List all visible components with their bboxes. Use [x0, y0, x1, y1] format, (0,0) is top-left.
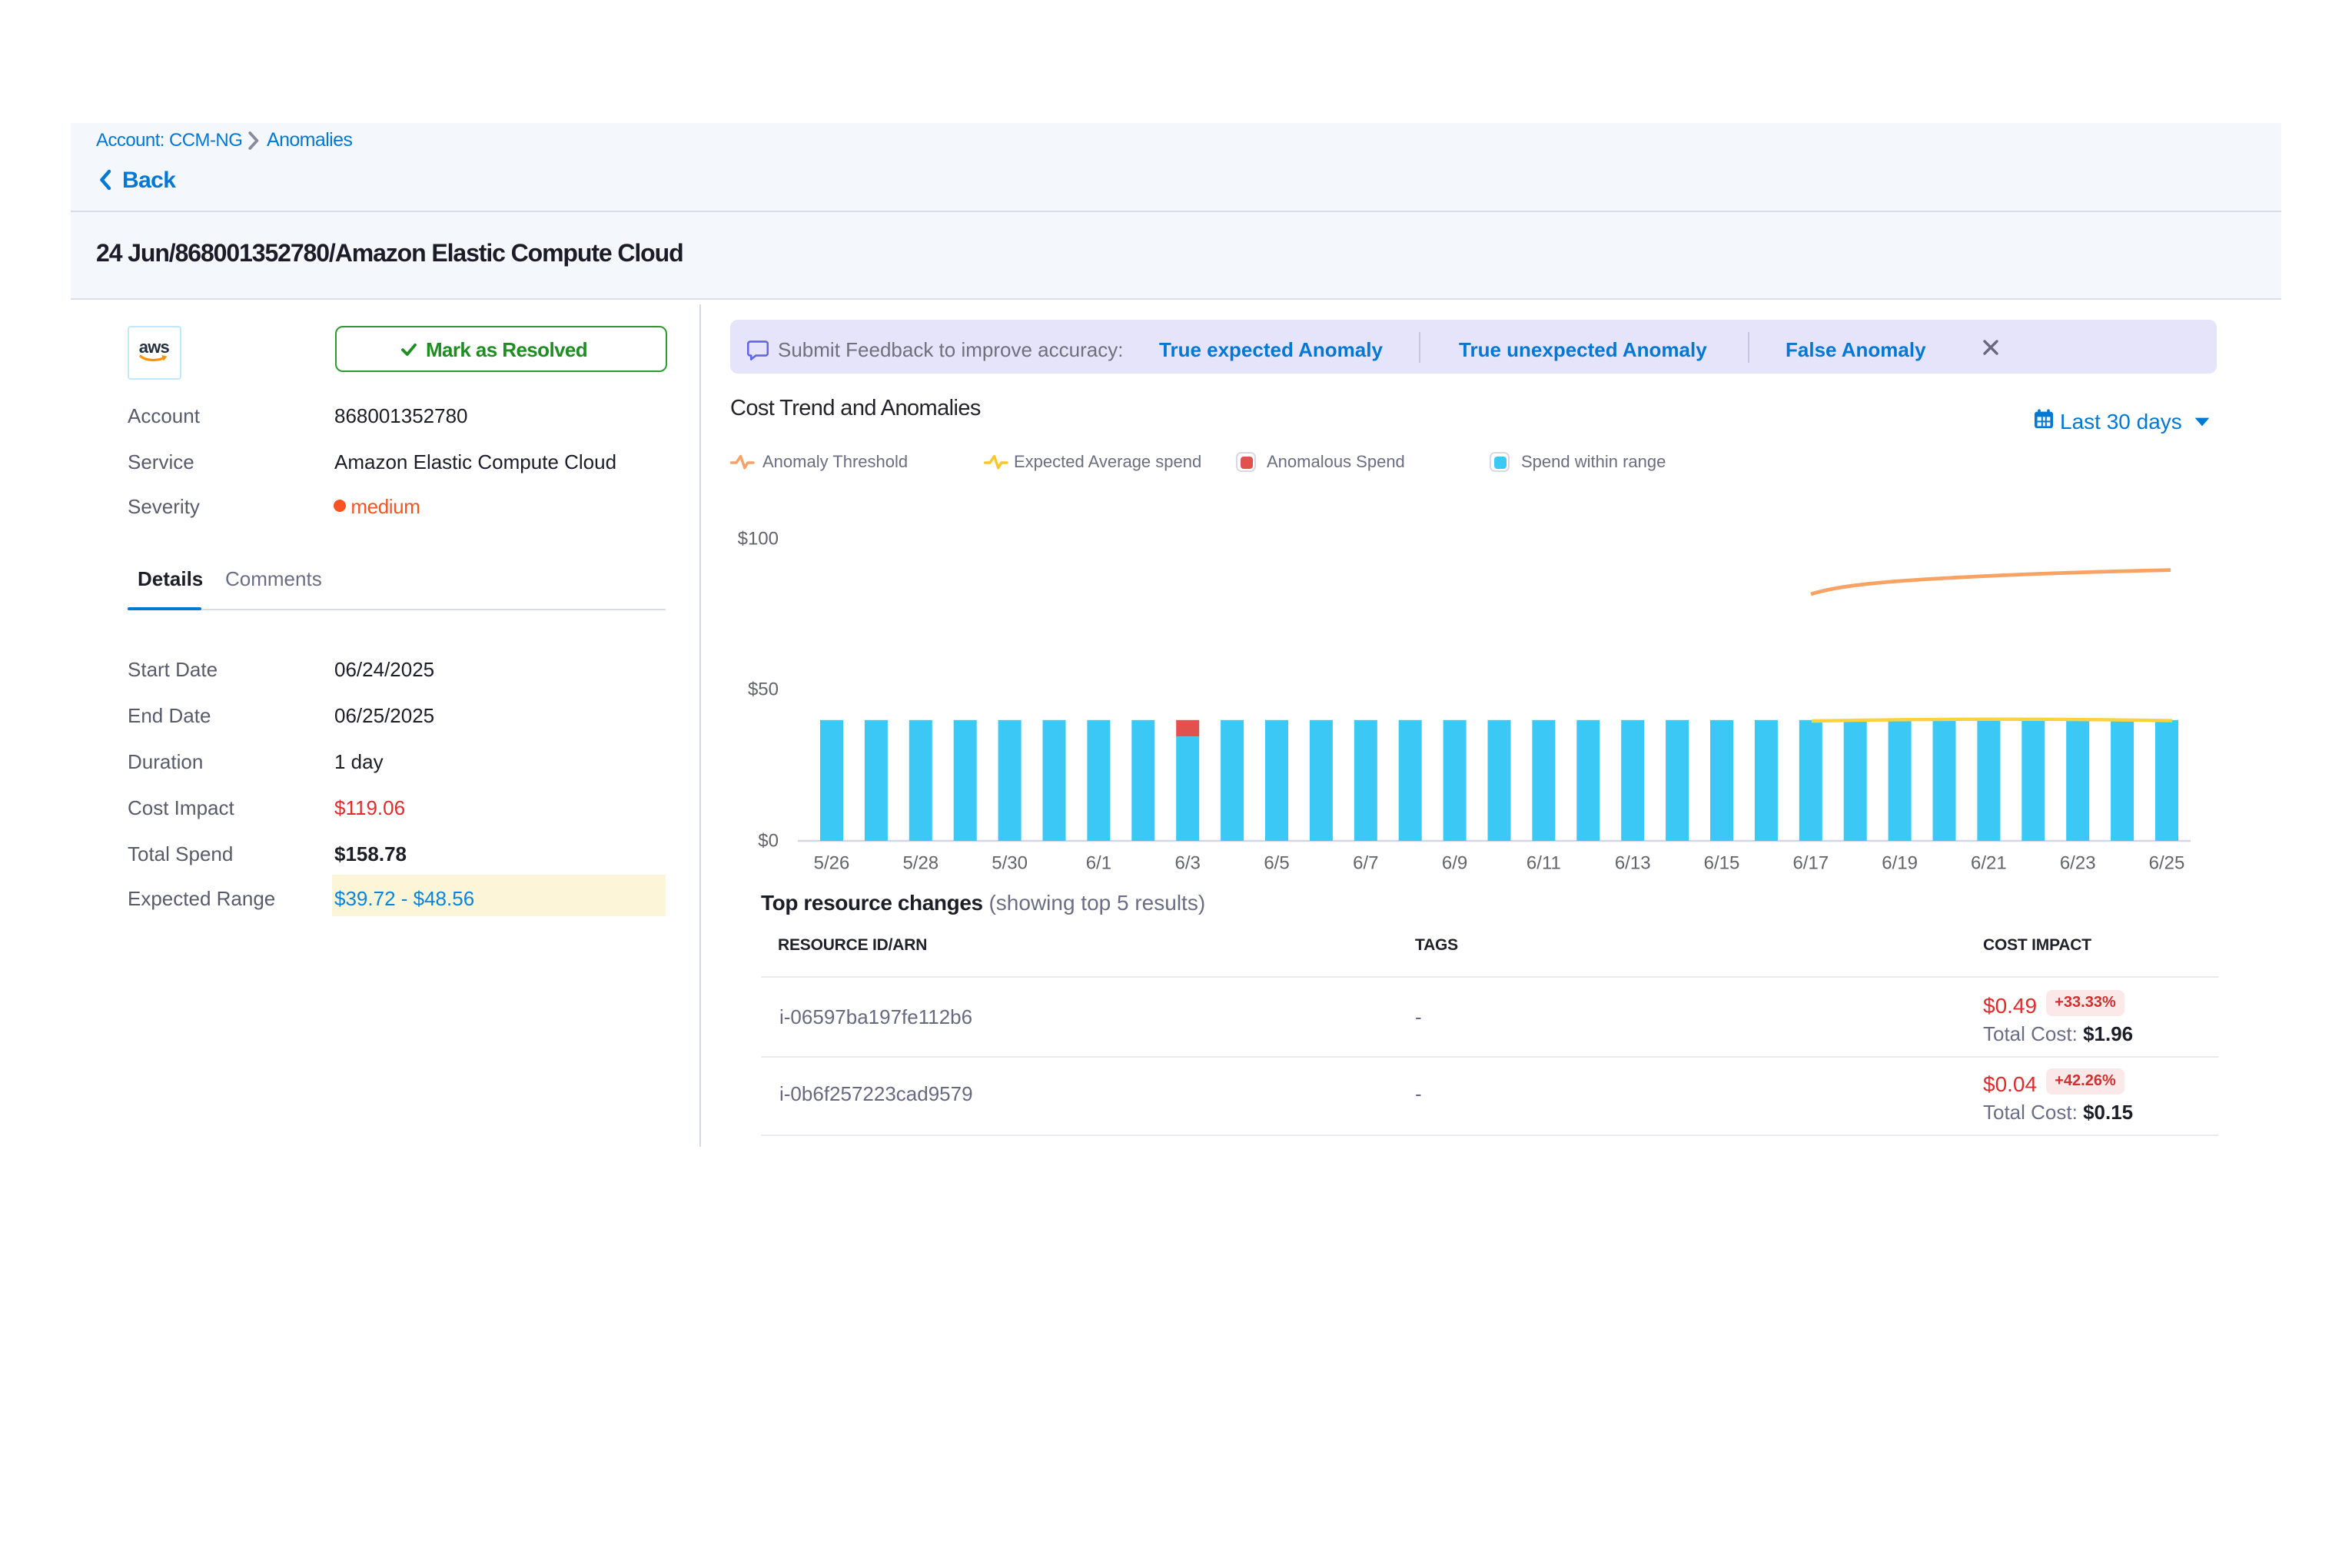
svg-text:$0: $0 [758, 830, 779, 851]
svg-text:5/26: 5/26 [814, 852, 850, 873]
svg-text:6/13: 6/13 [1615, 852, 1651, 873]
svg-text:5/30: 5/30 [992, 852, 1028, 873]
svg-text:6/11: 6/11 [1526, 852, 1561, 873]
svg-text:6/9: 6/9 [1442, 852, 1467, 873]
svg-text:6/1: 6/1 [1086, 852, 1111, 873]
svg-text:aws: aws [139, 338, 170, 357]
svg-text:5/28: 5/28 [902, 852, 938, 873]
svg-text:6/15: 6/15 [1704, 852, 1740, 873]
svg-text:6/21: 6/21 [1971, 852, 2007, 873]
svg-text:6/5: 6/5 [1264, 852, 1289, 873]
svg-text:$100: $100 [738, 528, 779, 549]
svg-text:6/17: 6/17 [1792, 852, 1829, 873]
svg-text:6/7: 6/7 [1353, 852, 1378, 873]
svg-text:6/3: 6/3 [1175, 852, 1201, 873]
svg-text:6/25: 6/25 [2149, 852, 2185, 873]
svg-text:6/23: 6/23 [2060, 852, 2096, 873]
svg-text:$50: $50 [748, 679, 779, 699]
svg-text:6/19: 6/19 [1882, 852, 1918, 873]
